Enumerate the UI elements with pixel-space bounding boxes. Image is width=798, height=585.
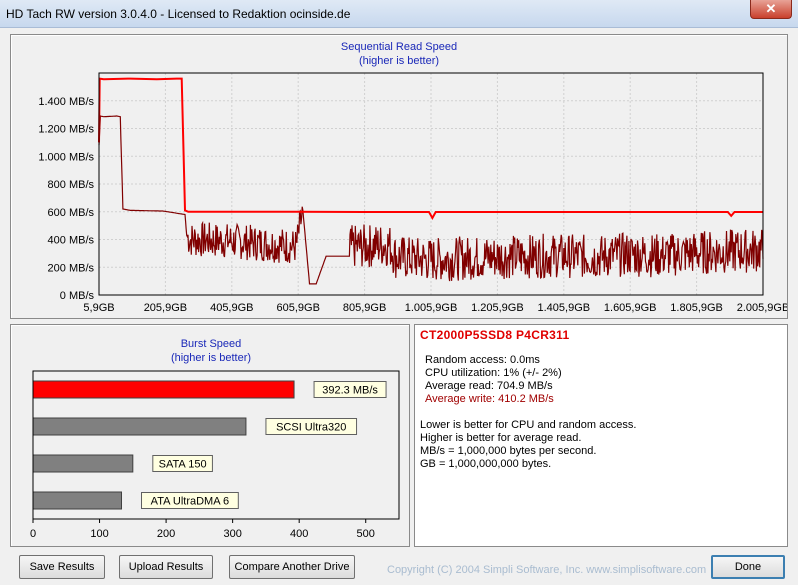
burst-bar (32, 417, 247, 436)
sequential-chart-panel: Sequential Read Speed (higher is better)… (10, 34, 788, 319)
x-tick-label: 1.205,9GB (471, 302, 524, 314)
x-tick-label: 1.405,9GB (538, 302, 591, 314)
burst-bar (32, 380, 295, 399)
x-tick-label: 400 (290, 528, 308, 540)
done-button[interactable]: Done (711, 555, 785, 579)
note-line: Lower is better for CPU and random acces… (420, 419, 637, 431)
save-results-button[interactable]: Save Results (19, 555, 105, 579)
x-tick-label: 0 (30, 528, 36, 540)
bar-label: SATA 150 (159, 459, 207, 471)
window-title: HD Tach RW version 3.0.4.0 - Licensed to… (6, 7, 351, 21)
bar-label: SCSI Ultra320 (276, 422, 346, 434)
average-write-text: Average write: 410.2 MB/s (425, 393, 554, 405)
chart-title: Sequential Read Speed (341, 41, 457, 53)
burst-bar (32, 454, 134, 473)
burst-bars: 392.3 MB/s SCSI Ultra320 SATA 150 ATA Ultra… (32, 380, 387, 510)
chart-subtitle: (higher is better) (171, 352, 251, 364)
x-tick-label: 605,9GB (276, 302, 319, 314)
x-tick-label: 200 (157, 528, 175, 540)
average-read-text: Average read: 704.9 MB/s (425, 380, 553, 392)
bar-label: ATA UltraDMA 6 (151, 496, 229, 508)
bar-label: 392.3 MB/s (322, 385, 378, 397)
y-tick-label: 600 MB/s (48, 207, 95, 219)
x-tick-label: 1.005,9GB (405, 302, 458, 314)
x-tick-label: 300 (223, 528, 241, 540)
x-tick-label: 500 (357, 528, 375, 540)
x-tick-label: 2.005,9GB (737, 302, 787, 314)
random-access-text: Random access: 0.0ms (425, 354, 540, 366)
x-tick-label: 5,9GB (83, 302, 114, 314)
chart-title: Burst Speed (181, 338, 242, 350)
y-tick-label: 0 MB/s (60, 290, 95, 302)
note-line: GB = 1,000,000,000 bytes. (420, 458, 552, 470)
y-tick-label: 800 MB/s (48, 179, 95, 191)
x-tick-label: 1.805,9GB (670, 302, 723, 314)
x-tick-label: 100 (90, 528, 108, 540)
cpu-utilization-text: CPU utilization: 1% (+/- 2%) (425, 367, 562, 379)
burst-chart-panel: Burst Speed (higher is better) 392.3 MB/… (10, 324, 410, 547)
x-tick-label: 1.605,9GB (604, 302, 657, 314)
chart-subtitle: (higher is better) (359, 55, 439, 67)
close-button[interactable]: ✕ (750, 0, 792, 19)
x-axis-ticks: 0 100 200 300 400 500 (30, 519, 375, 540)
y-axis-ticks: 0 MB/s 200 MB/s 400 MB/s 600 MB/s 800 MB/s 1.… (38, 96, 94, 302)
y-tick-label: 200 MB/s (48, 262, 95, 274)
burst-bar (32, 491, 123, 510)
y-tick-label: 1.200 MB/s (38, 124, 94, 136)
close-icon: ✕ (765, 1, 777, 16)
drive-info-panel: CT2000P5SSD8 P4CR311 Random access: 0.0m… (414, 324, 788, 547)
x-tick-label: 805,9GB (343, 302, 386, 314)
x-tick-label: 205,9GB (144, 302, 187, 314)
x-tick-label: 405,9GB (210, 302, 253, 314)
drive-name: CT2000P5SSD8 P4CR311 (420, 328, 570, 342)
note-line: MB/s = 1,000,000 bytes per second. (420, 445, 597, 457)
burst-speed-chart: Burst Speed (higher is better) 392.3 MB/… (30, 338, 400, 540)
sequential-read-chart: Sequential Read Speed (higher is better)… (38, 41, 787, 314)
y-tick-label: 400 MB/s (48, 235, 95, 247)
y-tick-label: 1.000 MB/s (38, 151, 94, 163)
upload-results-button[interactable]: Upload Results (119, 555, 213, 579)
compare-another-drive-button[interactable]: Compare Another Drive (229, 555, 355, 579)
copyright-text: Copyright (C) 2004 Simpli Software, Inc.… (387, 564, 707, 576)
y-tick-label: 1.400 MB/s (38, 96, 94, 108)
x-axis-ticks: 5,9GB 205,9GB 405,9GB 605,9GB 805,9GB 1.005,9… (83, 302, 787, 314)
note-line: Higher is better for average read. (420, 432, 582, 444)
title-bar: HD Tach RW version 3.0.4.0 - Licensed to… (0, 0, 798, 28)
